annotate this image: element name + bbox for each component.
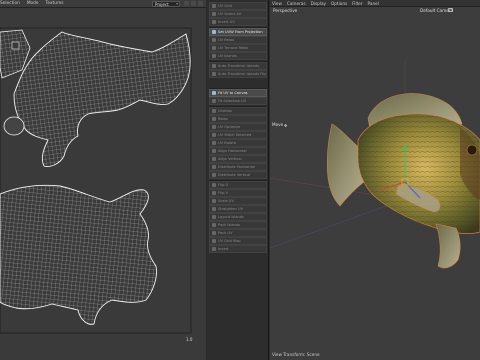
relax-icon bbox=[212, 117, 216, 121]
uv-editor-panel: Selection Mode Textures Project ▾ 1.0 bbox=[0, 0, 206, 360]
move-icon: ✥ bbox=[284, 123, 288, 128]
fit-icon bbox=[212, 91, 216, 95]
optimize-icon bbox=[212, 125, 216, 129]
transform-icon bbox=[212, 64, 216, 68]
align-icon bbox=[212, 149, 216, 153]
viewport-tool-name: Move bbox=[272, 122, 284, 127]
distribute-icon bbox=[212, 173, 216, 177]
cmd-uv-islands[interactable]: UV Islands bbox=[209, 52, 267, 60]
grid-icon bbox=[212, 239, 216, 243]
cmd-align-vertical[interactable]: Align Vertical bbox=[209, 155, 267, 163]
select-icon bbox=[212, 12, 216, 16]
cmd-pack-uv[interactable]: Pack UV bbox=[209, 229, 267, 237]
uv-canvas[interactable]: 1.0 bbox=[0, 8, 206, 360]
cmd-flip-v[interactable]: Flip V bbox=[209, 189, 267, 197]
cmd-unwrap[interactable]: Unwrap bbox=[209, 107, 267, 115]
chevron-down-icon: ▾ bbox=[176, 2, 178, 6]
flip-icon bbox=[212, 183, 216, 187]
grid-icon[interactable] bbox=[191, 1, 196, 6]
cmd-scale-uv[interactable]: Scale UV bbox=[209, 197, 267, 205]
cmd-uv-terrace-relax[interactable]: UV Terrace Relax bbox=[209, 44, 267, 52]
cmd-uv-relax[interactable]: UV Relax bbox=[209, 36, 267, 44]
cmd-relax[interactable]: Relax bbox=[209, 115, 267, 123]
pack-icon bbox=[212, 223, 216, 227]
cmd-uv-grid[interactable]: UV Grid bbox=[209, 2, 267, 10]
cmd-invert[interactable]: Invert bbox=[209, 245, 267, 253]
cmd-distribute-horizontal[interactable]: Distribute Horizontal bbox=[209, 163, 267, 171]
rotate-icon bbox=[212, 141, 216, 145]
uv-menu-item-mode[interactable]: Mode bbox=[27, 1, 39, 6]
uv-island-upper bbox=[13, 31, 191, 167]
cmd-pack-islands[interactable]: Pack Islands bbox=[209, 221, 267, 229]
relax-icon bbox=[212, 46, 216, 50]
uv-menu-item-textures[interactable]: Textures bbox=[46, 1, 64, 6]
cmd-layout-islands[interactable]: Layout Islands bbox=[209, 213, 267, 221]
fish-pelvic-fin bbox=[435, 223, 461, 269]
align-icon bbox=[212, 157, 216, 161]
scale-icon bbox=[212, 199, 216, 203]
fit-icon bbox=[212, 99, 216, 103]
uv-axis-label: 1.0 bbox=[186, 337, 193, 342]
straighten-icon bbox=[212, 207, 216, 211]
cmd-uv-optimize[interactable]: UV Optimize bbox=[209, 123, 267, 131]
grid-icon bbox=[212, 4, 216, 8]
camera-icon[interactable] bbox=[448, 8, 453, 12]
cmd-fit-uv-to-canvas[interactable]: Fit UV to Canvas bbox=[209, 89, 267, 97]
cmd-auto-transform-islands[interactable]: Auto Transform Islands bbox=[209, 62, 267, 70]
layout-icon bbox=[212, 215, 216, 219]
viewport-view-name[interactable]: Perspective bbox=[273, 8, 297, 13]
invert-icon bbox=[212, 247, 216, 251]
cmd-fit-selection-uv[interactable]: Fit Selection UV bbox=[209, 97, 267, 105]
viewport-3d[interactable]: View Cameras Display Options Filter Pane… bbox=[270, 0, 480, 360]
cmd-uv-rotate[interactable]: UV Rotate bbox=[209, 139, 267, 147]
settings-icon[interactable] bbox=[198, 1, 203, 6]
cmd-straighten-uv[interactable]: Straighten UV bbox=[209, 205, 267, 213]
cmd-uv-select-all[interactable]: UV Select All bbox=[209, 10, 267, 18]
cmd-flip-u[interactable]: Flip U bbox=[209, 181, 267, 189]
islands-icon bbox=[212, 54, 216, 58]
cmd-uv-stitch-selected[interactable]: UV Stitch Selected bbox=[209, 131, 267, 139]
unwrap-icon bbox=[212, 109, 216, 113]
uv-dropdown-value: Project bbox=[155, 2, 169, 7]
viewport-status: View Transform: Scene bbox=[272, 352, 320, 357]
lock-icon[interactable] bbox=[184, 1, 189, 6]
transform-icon bbox=[212, 72, 216, 76]
pack-icon bbox=[212, 231, 216, 235]
fish-eye bbox=[466, 144, 478, 156]
viewport-scene bbox=[270, 60, 480, 269]
projection-icon bbox=[212, 30, 216, 34]
uv-project-dropdown[interactable]: Project ▾ bbox=[152, 1, 180, 7]
cmd-distribute-vertical[interactable]: Distribute Vertical bbox=[209, 171, 267, 179]
uv-mesh-drawing bbox=[0, 27, 192, 334]
distribute-icon bbox=[212, 165, 216, 169]
invert-icon bbox=[212, 20, 216, 24]
cmd-uv-grid-map[interactable]: UV Grid Map bbox=[209, 237, 267, 245]
cmd-auto-transform-islands-flip[interactable]: Auto Transform Islands Flip bbox=[209, 70, 267, 78]
cmd-invert-uv[interactable]: Invert UV bbox=[209, 18, 267, 26]
cmd-align-horizontal[interactable]: Align Horizontal bbox=[209, 147, 267, 155]
flip-icon bbox=[212, 191, 216, 195]
cmd-set-uvw-from-projection[interactable]: Set UVW From Projection bbox=[209, 28, 267, 36]
stitch-icon bbox=[212, 133, 216, 137]
uv-commands-panel: UV Grid UV Select All Invert UV Set UVW … bbox=[207, 0, 269, 360]
uv-island-lower bbox=[0, 184, 157, 325]
relax-icon bbox=[212, 38, 216, 42]
uv-menu-item-selection[interactable]: Selection bbox=[0, 1, 20, 6]
